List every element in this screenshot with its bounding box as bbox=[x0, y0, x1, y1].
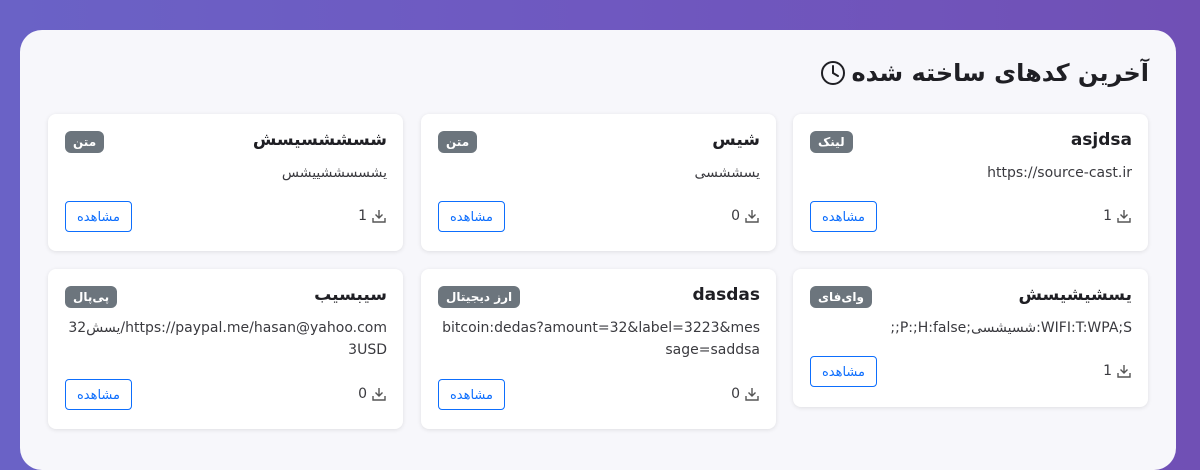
download-icon bbox=[1117, 365, 1131, 378]
type-badge: وای‌فای bbox=[810, 286, 872, 308]
code-content: WIFI:T:WPA;S:شسیشسی;P:;H:false;; bbox=[890, 320, 1132, 336]
code-content: bitcoin:dedas?amount=32&label=3223&messa… bbox=[442, 320, 760, 358]
code-card: شیس متن یسششسی 0 مشاهده bbox=[421, 114, 776, 251]
download-count-value: 1 bbox=[358, 208, 367, 224]
view-button[interactable]: مشاهده bbox=[438, 379, 505, 410]
download-count-value: 1 bbox=[1103, 208, 1112, 224]
download-count-value: 0 bbox=[731, 386, 740, 402]
recent-codes-panel: آخرین کدهای ساخته شده asjdsa لینک https:… bbox=[20, 30, 1176, 470]
download-count-value: 1 bbox=[1103, 363, 1112, 379]
code-content: یشسسششییشس bbox=[281, 165, 387, 181]
page-title: آخرین کدهای ساخته شده bbox=[851, 59, 1150, 87]
download-count-value: 0 bbox=[358, 386, 367, 402]
code-content: https://source-cast.ir bbox=[987, 165, 1132, 181]
download-count-value: 0 bbox=[731, 208, 740, 224]
code-name: asjdsa bbox=[1070, 130, 1132, 150]
code-content: یسششسی bbox=[694, 165, 760, 181]
code-name: سیبسیب bbox=[314, 285, 387, 305]
download-icon bbox=[372, 210, 386, 223]
download-count: 1 bbox=[1103, 206, 1132, 226]
view-button[interactable]: مشاهده bbox=[65, 201, 132, 232]
download-count: 0 bbox=[731, 384, 760, 404]
download-icon bbox=[745, 388, 759, 401]
code-name: شسششسیسش bbox=[252, 130, 387, 150]
code-card: یسشیشیسش وای‌فای WIFI:T:WPA;S:شسیشسی;P:;… bbox=[793, 269, 1148, 407]
code-card: شسششسیسش متن یشسسششییشس 1 مشاهده bbox=[48, 114, 403, 251]
download-count: 1 bbox=[358, 206, 387, 226]
code-name: شیس bbox=[712, 130, 760, 150]
code-name: dasdas bbox=[692, 285, 760, 305]
download-icon bbox=[745, 210, 759, 223]
type-badge: ارز دیجیتال bbox=[438, 286, 521, 308]
clock-icon bbox=[820, 61, 845, 85]
code-card: asjdsa لینک https://source-cast.ir 1 مشا… bbox=[793, 114, 1148, 251]
type-badge: متن bbox=[438, 131, 478, 153]
download-count: 0 bbox=[358, 384, 387, 404]
view-button[interactable]: مشاهده bbox=[438, 201, 505, 232]
view-button[interactable]: مشاهده bbox=[65, 379, 132, 410]
type-badge: لینک bbox=[810, 131, 853, 153]
download-count: 0 bbox=[731, 206, 760, 226]
download-icon bbox=[372, 388, 386, 401]
section-heading: آخرین کدهای ساخته شده bbox=[820, 55, 1150, 91]
code-content: https://paypal.me/hasan@yahoo.com/یسش323… bbox=[68, 320, 387, 358]
view-button[interactable]: مشاهده bbox=[810, 201, 877, 232]
download-icon bbox=[1117, 210, 1131, 223]
type-badge: پی‌پال bbox=[65, 286, 118, 308]
view-button[interactable]: مشاهده bbox=[810, 356, 877, 387]
download-count: 1 bbox=[1103, 361, 1132, 381]
code-name: یسشیشیسش bbox=[1018, 285, 1133, 305]
type-badge: متن bbox=[65, 131, 105, 153]
code-card: سیبسیب پی‌پال https://paypal.me/hasan@ya… bbox=[48, 269, 403, 429]
code-card: dasdas ارز دیجیتال bitcoin:dedas?amount=… bbox=[421, 269, 776, 429]
